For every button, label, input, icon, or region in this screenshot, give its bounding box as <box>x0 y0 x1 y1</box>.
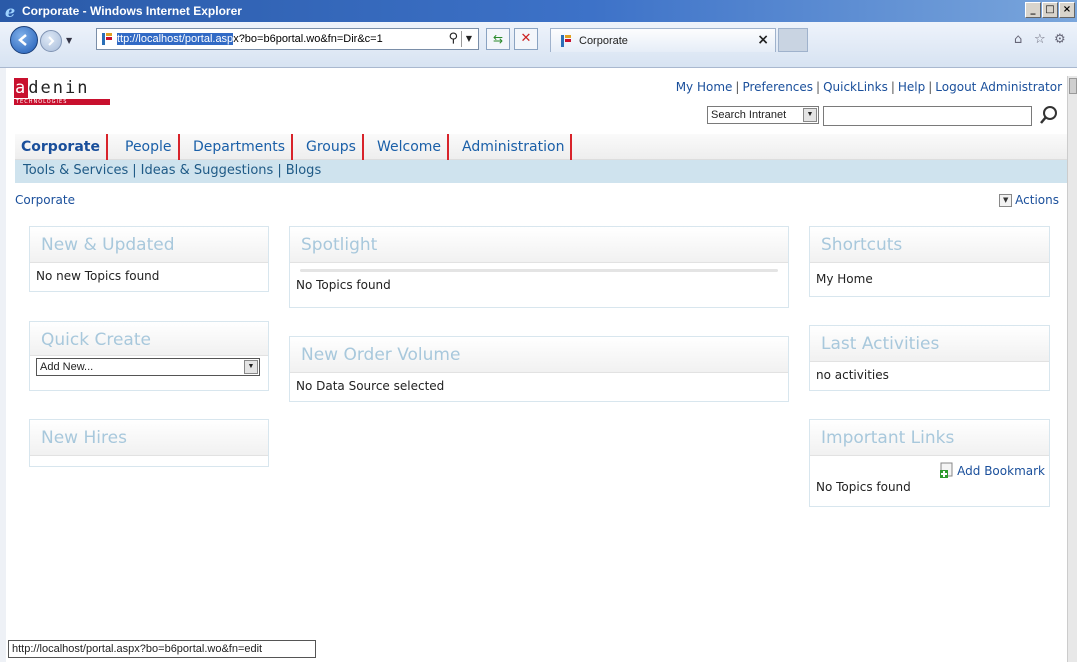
main-nav: Corporate People Departments Groups Welc… <box>15 134 1069 160</box>
tab-people[interactable]: People <box>119 134 180 160</box>
portlet-body: No Data Source selected <box>296 379 445 393</box>
adenin-logo[interactable]: adenin TECHNOLOGIES <box>14 78 110 105</box>
portlet-title: Shortcuts <box>810 227 1049 263</box>
history-dropdown-icon[interactable]: ▼ <box>66 36 72 45</box>
favorites-star-icon[interactable]: ☆ <box>1034 32 1046 47</box>
portlet-shortcuts: Shortcuts My Home <box>809 226 1050 297</box>
sub-nav: Tools & Services | Ideas & Suggestions | Blo… <box>15 160 1069 183</box>
scrollbar-thumb[interactable] <box>1069 78 1077 94</box>
portlet-title: New Order Volume <box>290 337 788 373</box>
actions-menu[interactable]: ▼ Actions <box>999 193 1059 207</box>
browser-toolbar: ▼ ttp://localhost/portal.aspx?bo=b6porta… <box>0 22 1077 68</box>
browser-window: e Corporate - Windows Internet Explorer … <box>0 0 1077 662</box>
portlet-body: no activities <box>816 368 889 382</box>
chevron-down-icon: ▼ <box>803 108 817 122</box>
top-links: My Home | Preferences | QuickLinks | Help | Logo… <box>675 80 1062 94</box>
shortcut-my-home-link[interactable]: My Home <box>810 263 1049 292</box>
search-scope-select[interactable]: Search Intranet ▼ <box>707 106 819 124</box>
new-tab-button[interactable] <box>778 28 808 52</box>
address-bar[interactable]: ttp://localhost/portal.aspx?bo=b6portal.… <box>96 28 479 50</box>
logout-link[interactable]: Logout Administrator <box>935 80 1062 94</box>
tab-departments[interactable]: Departments <box>187 134 294 160</box>
window-title: Corporate - Windows Internet Explorer <box>22 4 242 18</box>
browser-tab[interactable]: Corporate × <box>550 28 776 52</box>
search-icon[interactable] <box>1038 104 1060 126</box>
portlet-body: No Topics found <box>816 480 911 494</box>
add-bookmark-icon <box>939 462 955 478</box>
ie-logo-icon: e <box>4 2 20 21</box>
vertical-scrollbar[interactable] <box>1067 76 1077 662</box>
quicklinks-link[interactable]: QuickLinks <box>823 80 888 94</box>
portlet-title: Last Activities <box>810 326 1049 362</box>
back-button[interactable] <box>10 26 38 54</box>
forward-arrow-icon <box>48 36 55 46</box>
portlet-new-updated: New & Updated No new Topics found <box>29 226 269 292</box>
add-bookmark-button[interactable]: Add Bookmark <box>810 456 1049 478</box>
back-arrow-icon <box>18 34 27 46</box>
portlet-title: New Hires <box>30 420 268 456</box>
subnav-ideas-suggestions[interactable]: Ideas & Suggestions <box>141 163 274 178</box>
tab-close-icon[interactable]: × <box>757 32 769 48</box>
address-url[interactable]: ttp://localhost/portal.aspx?bo=b6portal.… <box>117 33 383 45</box>
tab-page-icon <box>559 34 573 48</box>
search-input[interactable] <box>823 106 1032 126</box>
window-left-edge <box>0 68 6 662</box>
refresh-button[interactable]: ⇆ <box>486 28 510 50</box>
status-bar: http://localhost/portal.aspx?bo=b6portal… <box>8 640 316 658</box>
portlet-title: Important Links <box>810 420 1049 456</box>
tab-corporate[interactable]: Corporate <box>15 134 108 160</box>
subnav-blogs[interactable]: Blogs <box>286 163 322 178</box>
portlet-body: No Topics found <box>296 278 391 292</box>
home-icon[interactable]: ⌂ <box>1014 32 1022 47</box>
portlet-important-links: Important Links Add Bookmark No Topics f… <box>809 419 1050 507</box>
portlet-title: Quick Create <box>30 322 268 356</box>
svg-text:e: e <box>5 3 15 19</box>
my-home-link[interactable]: My Home <box>676 80 733 94</box>
tab-groups[interactable]: Groups <box>300 134 364 160</box>
tab-administration[interactable]: Administration <box>456 134 573 160</box>
quick-create-select[interactable]: Add New... ▼ <box>36 358 260 376</box>
chevron-down-icon: ▼ <box>244 360 258 374</box>
address-search-icon[interactable]: ⚲ <box>448 31 458 46</box>
portlet-new-hires: New Hires <box>29 419 269 467</box>
stop-button[interactable]: ✕ <box>514 28 538 50</box>
tab-welcome[interactable]: Welcome <box>371 134 450 160</box>
tab-title: Corporate <box>579 35 628 47</box>
portlet-last-activities: Last Activities no activities <box>809 325 1050 391</box>
forward-button[interactable] <box>40 30 62 52</box>
portlet-title: New & Updated <box>30 227 268 263</box>
portlet-body: No new Topics found <box>36 269 160 283</box>
minimize-button[interactable]: _ <box>1025 2 1041 18</box>
help-link[interactable]: Help <box>898 80 925 94</box>
portlet-spotlight: Spotlight No Topics found <box>289 226 789 308</box>
chevron-down-icon: ▼ <box>999 194 1013 207</box>
preferences-link[interactable]: Preferences <box>742 80 813 94</box>
portlet-title: Spotlight <box>290 227 788 263</box>
close-window-button[interactable]: × <box>1059 2 1075 18</box>
breadcrumb[interactable]: Corporate <box>15 193 75 207</box>
tools-gear-icon[interactable]: ⚙ <box>1054 32 1066 47</box>
address-dropdown-icon[interactable]: ▼ <box>461 31 476 47</box>
subnav-tools-services[interactable]: Tools & Services <box>23 163 128 178</box>
portlet-quick-create: Quick Create Add New... ▼ <box>29 321 269 391</box>
portlet-new-order-volume: New Order Volume No Data Source selected <box>289 336 789 402</box>
title-bar: e Corporate - Windows Internet Explorer … <box>0 0 1077 22</box>
maximize-button[interactable]: □ <box>1042 2 1058 18</box>
page-icon <box>100 32 114 46</box>
